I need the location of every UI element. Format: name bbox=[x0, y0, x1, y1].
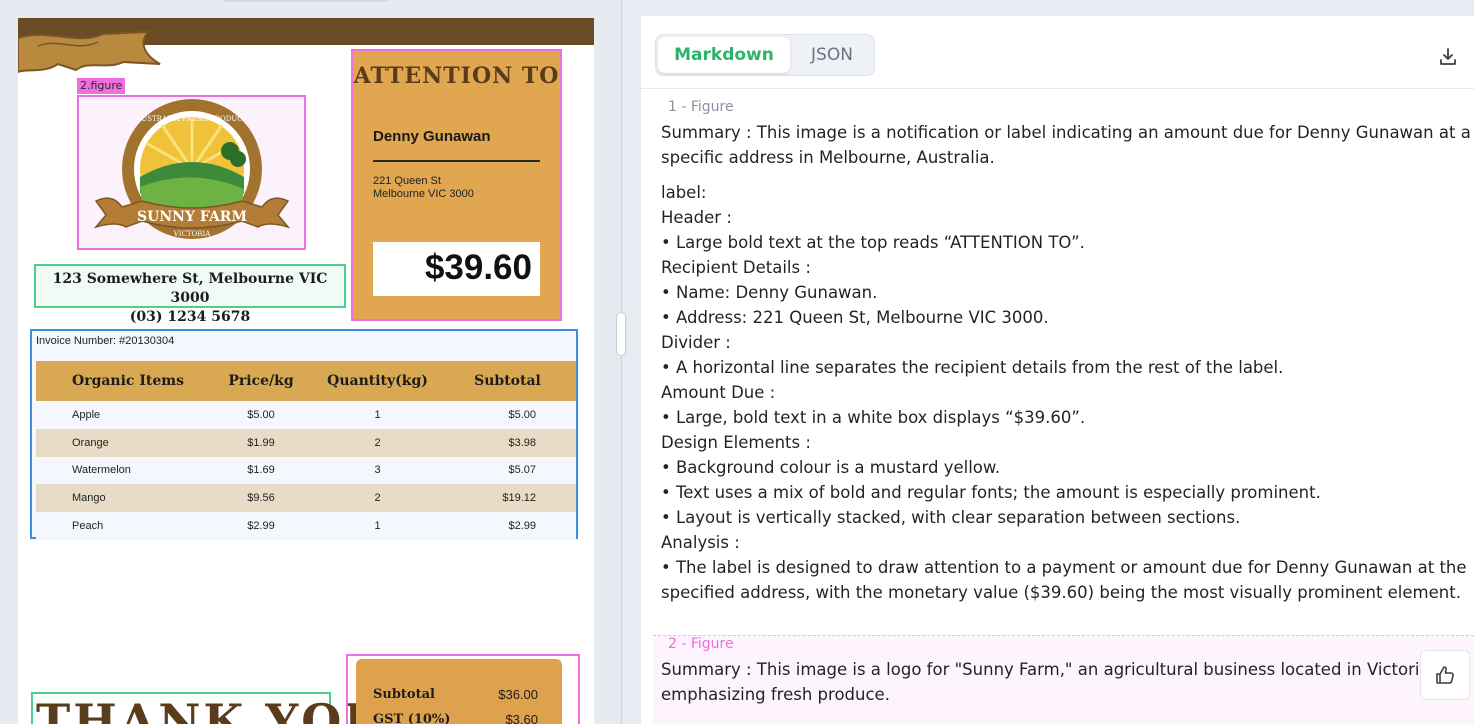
markdown-line: specific address in Melbourne, Australia… bbox=[661, 148, 995, 167]
address-text-region[interactable]: 123 Somewhere St, Melbourne VIC 3000 (03… bbox=[34, 264, 346, 325]
cell-price: $5.00 bbox=[206, 401, 316, 429]
cell-quantity: 2 bbox=[316, 484, 439, 513]
document-page: 2.figure SUNNY FARM AUSTRALIA FRESH PROD… bbox=[18, 18, 594, 724]
cell-item: Watermelon bbox=[36, 456, 206, 485]
tab-json[interactable]: JSON bbox=[792, 37, 872, 73]
tab-markdown[interactable]: Markdown bbox=[658, 37, 790, 73]
markdown-line: • Background colour is a mustard yellow. bbox=[661, 458, 1001, 477]
cell-item: Orange bbox=[36, 428, 206, 457]
like-button[interactable] bbox=[1420, 650, 1470, 700]
sunny-farm-logo: SUNNY FARM AUSTRALIA FRESH PRODUCE VICTO… bbox=[93, 99, 291, 239]
recipient-address-line2: Melbourne VIC 3000 bbox=[373, 188, 474, 200]
svg-text:VICTORIA: VICTORIA bbox=[173, 230, 212, 238]
header-subtotal: Subtotal bbox=[439, 361, 576, 401]
pane-splitter bbox=[621, 0, 622, 724]
cell-quantity: 1 bbox=[316, 512, 439, 540]
markdown-line: label: bbox=[661, 183, 707, 202]
table-row: Apple $5.00 1 $5.00 bbox=[36, 401, 576, 429]
markdown-line: emphasizing fresh produce. bbox=[661, 685, 890, 704]
markdown-line: Divider : bbox=[661, 333, 731, 352]
recipient-address-line1: 221 Queen St bbox=[373, 175, 441, 187]
invoice-number: Invoice Number: #20130304 bbox=[36, 335, 175, 347]
markdown-line: • Name: Denny Gunawan. bbox=[661, 283, 878, 302]
output-panel: Markdown JSON 1 - Figure Summary : This … bbox=[641, 16, 1474, 724]
cell-price: $9.56 bbox=[206, 484, 316, 513]
table-row: Mango $9.56 2 $19.12 bbox=[36, 484, 576, 513]
markdown-line: • Text uses a mix of bold and regular fo… bbox=[661, 483, 1321, 502]
view-tabs: Markdown JSON bbox=[655, 34, 875, 76]
markdown-line: • Large, bold text in a white box displa… bbox=[661, 408, 1086, 427]
markdown-line: Amount Due : bbox=[661, 383, 776, 402]
header-quantity: Quantity(kg) bbox=[316, 361, 439, 401]
markdown-line: • The label is designed to draw attentio… bbox=[661, 558, 1467, 577]
cell-price: $2.99 bbox=[206, 512, 316, 540]
splitter-drag-handle[interactable] bbox=[616, 312, 626, 356]
header-organic-items: Organic Items bbox=[36, 361, 206, 401]
gst-value: $3.60 bbox=[505, 712, 538, 724]
figure-2-tag: 2.figure bbox=[77, 78, 126, 94]
markdown-line: • Address: 221 Queen St, Melbourne VIC 3… bbox=[661, 308, 1049, 327]
subtotal-value: $36.00 bbox=[498, 687, 538, 702]
svg-text:SUNNY FARM: SUNNY FARM bbox=[137, 209, 247, 225]
recipient-divider bbox=[373, 160, 540, 162]
attention-title: ATTENTION TO bbox=[353, 63, 560, 89]
header-divider bbox=[641, 88, 1474, 89]
recipient-name: Denny Gunawan bbox=[373, 128, 491, 145]
subtotal-label: Subtotal bbox=[373, 687, 435, 702]
totals-card: Subtotal $36.00 GST (10%) $3.60 bbox=[356, 659, 562, 724]
cell-subtotal: $5.00 bbox=[439, 401, 576, 429]
cell-quantity: 1 bbox=[316, 401, 439, 429]
document-viewer[interactable]: 2.figure SUNNY FARM AUSTRALIA FRESH PROD… bbox=[0, 0, 622, 724]
markdown-line: specified address, with the monetary val… bbox=[661, 583, 1461, 602]
cell-quantity: 2 bbox=[316, 428, 439, 457]
cell-subtotal: $5.07 bbox=[439, 456, 576, 485]
cell-quantity: 3 bbox=[316, 456, 439, 485]
viewer-scroll-indicator bbox=[222, 0, 390, 2]
markdown-line: Analysis : bbox=[661, 533, 740, 552]
cell-item: Peach bbox=[36, 512, 206, 540]
cell-subtotal: $19.12 bbox=[439, 484, 576, 513]
markdown-line: • Layout is vertically stacked, with cle… bbox=[661, 508, 1241, 527]
svg-text:AUSTRALIA FRESH PRODUCE: AUSTRALIA FRESH PRODUCE bbox=[135, 115, 248, 123]
markdown-line: Design Elements : bbox=[661, 433, 811, 452]
markdown-line: Header : bbox=[661, 208, 732, 227]
markdown-line: Recipient Details : bbox=[661, 258, 811, 277]
cell-item: Apple bbox=[36, 401, 206, 429]
table-row: Watermelon $1.69 3 $5.07 bbox=[36, 456, 576, 485]
company-phone: (03) 1234 5678 bbox=[129, 309, 251, 325]
gst-label: GST (10%) bbox=[373, 712, 451, 724]
section-1-label: 1 - Figure bbox=[668, 99, 734, 115]
cell-price: $1.99 bbox=[206, 428, 316, 457]
amount-due: $39.60 bbox=[424, 248, 532, 287]
markdown-line: Summary : This image is a notification o… bbox=[661, 123, 1471, 142]
section-2-label: 2 - Figure bbox=[668, 636, 734, 652]
attention-card: ATTENTION TO Denny Gunawan 221 Queen St … bbox=[353, 51, 560, 319]
cell-subtotal: $2.99 bbox=[439, 512, 576, 540]
table-row: Orange $1.99 2 $3.98 bbox=[36, 428, 576, 457]
table-row: Peach $2.99 1 $2.99 bbox=[36, 512, 576, 540]
thumbs-up-icon bbox=[1436, 666, 1454, 684]
cell-subtotal: $3.98 bbox=[439, 428, 576, 457]
thank-you-text: THANK YOU bbox=[36, 694, 388, 724]
cell-item: Mango bbox=[36, 484, 206, 513]
markdown-line: Summary : This image is a logo for "Sunn… bbox=[661, 660, 1435, 679]
header-price: Price/kg bbox=[206, 361, 316, 401]
items-table: Organic Items Price/kg Quantity(kg) Subt… bbox=[36, 361, 576, 540]
markdown-line: • A horizontal line separates the recipi… bbox=[661, 358, 1284, 377]
table-header-row: Organic Items Price/kg Quantity(kg) Subt… bbox=[36, 361, 576, 401]
markdown-line: • Large bold text at the top reads “ATTE… bbox=[661, 233, 1085, 252]
cell-price: $1.69 bbox=[206, 456, 316, 485]
company-address: 123 Somewhere St, Melbourne VIC 3000 bbox=[52, 271, 328, 306]
download-icon[interactable] bbox=[1437, 46, 1459, 68]
amount-due-box: $39.60 bbox=[373, 242, 540, 296]
